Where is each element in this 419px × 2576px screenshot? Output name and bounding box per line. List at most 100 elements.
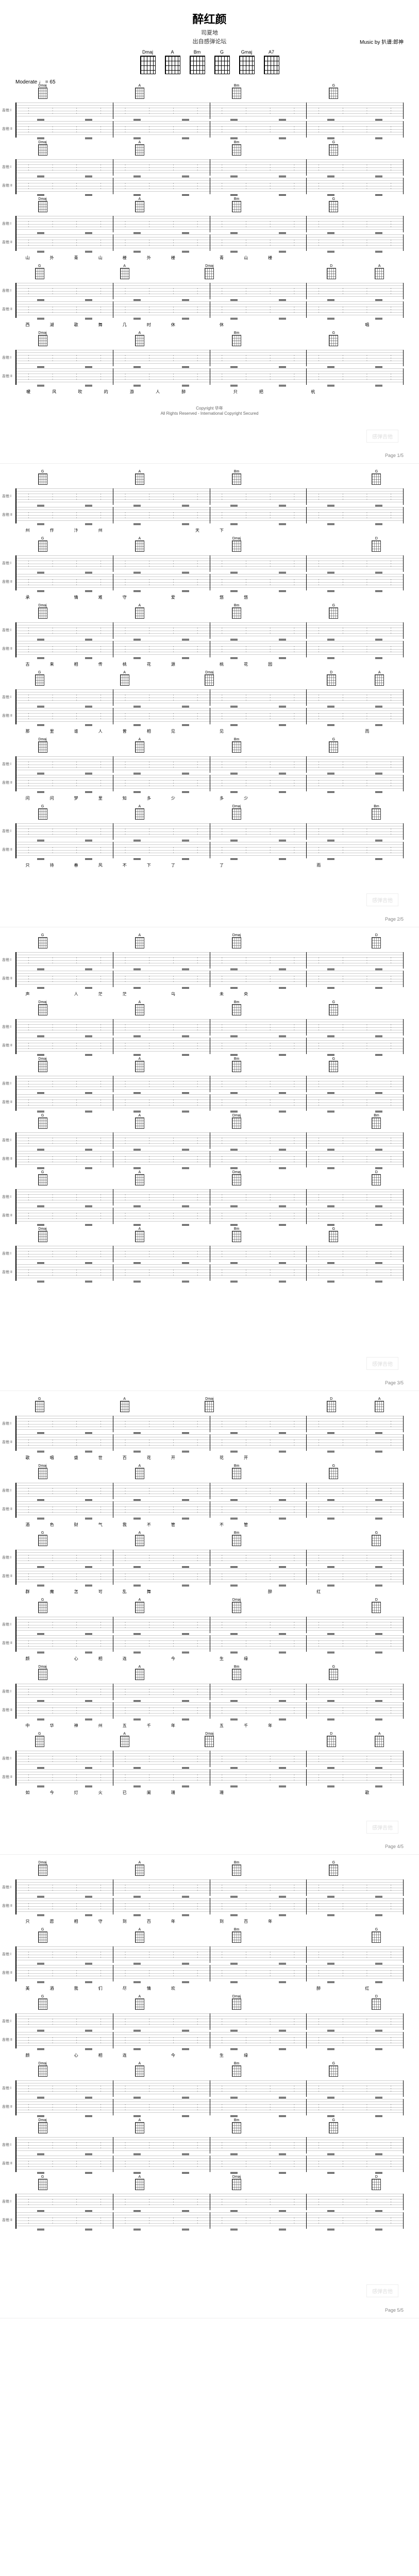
note-column: ···	[148, 2037, 150, 2044]
note-column: ···	[76, 1137, 78, 1145]
lyric-syllable	[185, 1919, 209, 1925]
lyric-syllable: 尽	[112, 1986, 137, 1992]
beam	[37, 1566, 44, 1568]
note-column: ···	[173, 1970, 175, 1977]
chord-marker: Dmaj	[37, 1665, 48, 1683]
measure: ············	[210, 1434, 307, 1451]
lyrics-line: 声人茫茫乌未央	[15, 991, 404, 997]
beam	[375, 1767, 382, 1769]
measure: ············	[113, 1189, 210, 1206]
measure: ············	[210, 1965, 307, 1981]
chord-strip: DmajABmG	[15, 88, 404, 101]
beam	[230, 385, 238, 386]
measures-container: ········································…	[16, 1434, 404, 1451]
lyric-syllable: 开	[234, 1455, 258, 1461]
lyric-syllable: 缘	[234, 1656, 258, 1662]
note-column: ···	[52, 1755, 54, 1763]
beam	[182, 1262, 189, 1264]
note-column: ···	[390, 1573, 392, 1581]
beam	[37, 969, 44, 970]
note-column: ···	[269, 1755, 271, 1763]
beam	[133, 1566, 141, 1568]
note-column: ···	[100, 1080, 102, 1088]
measure: ············	[210, 2080, 307, 2097]
note-column: ···	[124, 1439, 126, 1447]
note-column: ···	[269, 2085, 271, 2093]
beam	[37, 987, 44, 989]
lyric-syllable	[258, 862, 282, 869]
measures-container: ········································…	[16, 1769, 404, 1786]
tab-lines: ········································…	[16, 507, 404, 523]
measure: ············	[307, 2194, 404, 2210]
note-column: ···	[100, 1194, 102, 1201]
note-column: ···	[342, 846, 344, 854]
note-column: ···	[100, 957, 102, 964]
note-column: ···	[28, 2198, 30, 2206]
tab-staff: 吉他 II···································…	[16, 574, 404, 590]
lyric-syllable: 相	[137, 728, 161, 735]
note-column: ···	[52, 2217, 54, 2225]
lyric-syllable: 中	[15, 1723, 40, 1729]
beam	[230, 1981, 238, 1983]
note-column: ···	[342, 126, 344, 133]
chord-diagram	[214, 56, 230, 74]
note-column: ···	[28, 1688, 30, 1696]
lyric-syllable	[282, 795, 307, 802]
note-column: ···	[76, 627, 78, 635]
chord-name-label: Dmaj	[231, 2175, 242, 2179]
note-column: ···	[293, 627, 295, 635]
note-column: ···	[52, 107, 54, 115]
lyric-syllable	[379, 991, 404, 997]
chord-name-label: Dmaj	[37, 604, 48, 607]
lyric-syllable: 桃	[112, 662, 137, 668]
note-column: ···	[390, 761, 392, 769]
beam	[230, 2030, 238, 2031]
lyric-syllable: 少	[234, 795, 258, 802]
note-column: ···	[221, 646, 223, 653]
measure: ············	[210, 1151, 307, 1167]
note-column: ···	[124, 579, 126, 586]
note-column: ···	[148, 1506, 150, 1514]
copyright-line: Copyright 华年	[15, 405, 404, 411]
note-column: ···	[221, 221, 223, 228]
lyric-syllable: 来	[40, 662, 64, 668]
note-column: ···	[390, 2217, 392, 2225]
note-column: ···	[245, 2142, 247, 2149]
note-column: ···	[366, 126, 368, 133]
lyric-syllable	[331, 322, 355, 328]
chord-marker: A	[134, 331, 145, 349]
beam	[85, 119, 92, 121]
note-column: ···	[245, 1903, 247, 1910]
staff-label: 吉他 II	[2, 780, 12, 785]
measure: ············	[16, 574, 113, 590]
note-column: ···	[28, 579, 30, 586]
note-column: ···	[221, 1080, 223, 1088]
note-column: ···	[245, 1194, 247, 1201]
chord-marker: A	[134, 197, 145, 215]
note-column: ···	[366, 107, 368, 115]
measures-container: ········································…	[16, 2032, 404, 2048]
note-column: ···	[196, 1250, 198, 1258]
note-column: ···	[245, 239, 247, 247]
chord-diagram-mini	[38, 2179, 47, 2190]
beam-row	[16, 724, 404, 727]
note-column: ···	[76, 182, 78, 190]
note-column: ···	[28, 126, 30, 133]
staff-label: 吉他 II	[2, 1099, 12, 1105]
note-column: ···	[100, 107, 102, 115]
note-column: ···	[124, 1688, 126, 1696]
lyric-syllable	[379, 1656, 404, 1662]
beam	[85, 523, 92, 525]
staff-label: 吉他 I	[2, 355, 11, 360]
note-column: ···	[269, 1194, 271, 1201]
note-column: ···	[173, 1506, 175, 1514]
lyric-syllable: 灯	[64, 1790, 88, 1796]
chord-diagram-mini	[135, 1931, 144, 1943]
beam	[327, 138, 334, 139]
beam	[327, 1700, 334, 1702]
note-column: ···	[366, 2085, 368, 2093]
note-column: ···	[52, 239, 54, 247]
beam	[182, 1700, 189, 1702]
beam	[85, 366, 92, 368]
note-column: ···	[148, 287, 150, 295]
